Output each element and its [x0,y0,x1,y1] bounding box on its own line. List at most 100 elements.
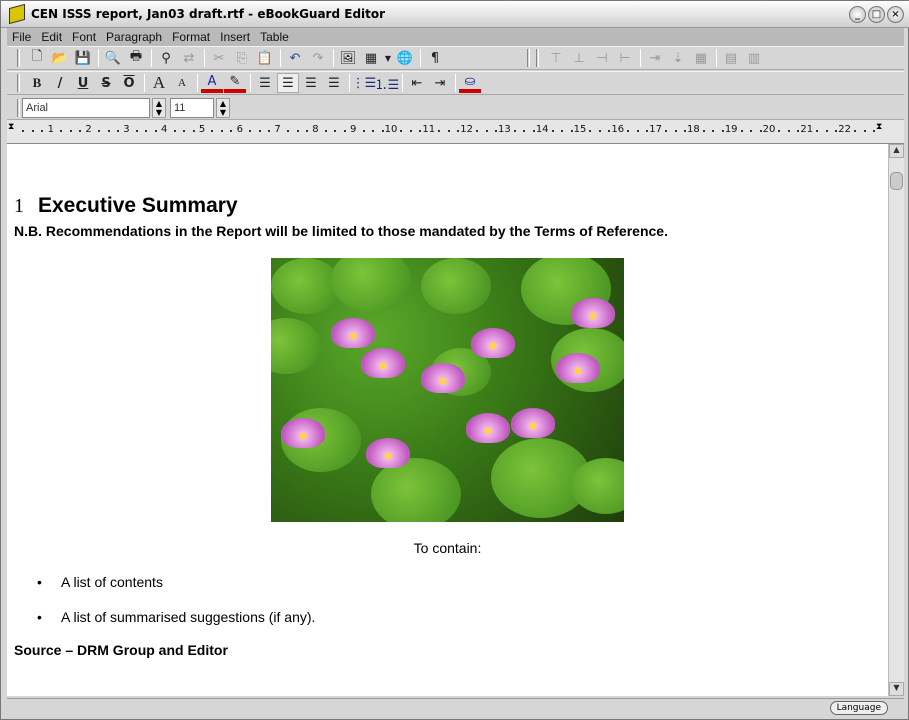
grow-font-icon[interactable]: A [148,73,170,93]
new-file-icon[interactable]: 🗋 [26,48,48,68]
menu-edit[interactable]: Edit [41,30,62,44]
font-name-select[interactable]: Arial [22,97,150,118]
ruler-mark: 19 [724,124,738,135]
status-bar: Language [7,698,904,717]
ruler-tick [740,130,743,132]
show-formatting-pilcrow-icon[interactable]: ¶ [424,48,446,68]
overline-icon[interactable]: O [118,73,140,93]
redo-icon[interactable]: ↷ [307,48,329,68]
insert-image-icon[interactable]: 🖼 [337,48,359,68]
menu-table[interactable]: Table [260,30,289,44]
menu-insert[interactable]: Insert [220,30,250,44]
insert-table-icon[interactable]: ▦ [360,48,382,68]
ruler-tick [69,130,72,132]
find-binoculars-icon[interactable]: ⚲ [155,48,177,68]
lily-flower [571,298,615,328]
print-preview-icon[interactable]: 🔍 [102,48,124,68]
highlight-color-icon[interactable]: ✎ [224,73,246,93]
font-size-select[interactable]: 11 [170,97,214,118]
ruler-tick [381,130,384,132]
ruler-tick [400,130,403,132]
merge-cells-icon[interactable]: ▤ [720,48,742,68]
delete-row-icon[interactable]: ⇥ [644,48,666,68]
open-folder-icon[interactable]: 📂 [49,48,71,68]
menu-format[interactable]: Format [172,30,210,44]
scroll-down-arrow-icon[interactable]: ▼ [889,682,904,696]
menu-file[interactable]: File [12,30,31,44]
lily-flower [471,328,515,358]
paste-icon[interactable]: 📋 [254,48,276,68]
font-size-spinner[interactable]: ▲ ▼ [216,97,230,118]
strikethrough-icon[interactable]: S [95,73,117,93]
heading-text: Executive Summary [38,194,238,217]
replace-icon[interactable]: ⇄ [178,48,200,68]
lily-pad [271,258,341,314]
underline-icon[interactable]: U [72,73,94,93]
background-fill-bucket-icon[interactable]: ⛀ [459,73,481,93]
ruler-tick [31,130,34,132]
ruler-mark: 20 [762,124,776,135]
print-icon[interactable]: 🖶 [125,48,147,68]
align-center-icon[interactable]: ☰ [277,73,299,93]
ruler-tick [296,130,299,132]
increase-indent-icon[interactable]: ⇥ [429,73,451,93]
bold-icon[interactable]: B [26,73,48,93]
ruler-tick [712,130,715,132]
ruler-tick [816,130,819,132]
ruler-mark: 15 [573,124,587,135]
ruler-mark: 9 [350,124,357,135]
decrease-indent-icon[interactable]: ⇤ [406,73,428,93]
font-color-icon[interactable]: A [201,73,223,93]
insert-link-globe-icon[interactable]: 🌐 [394,48,416,68]
ruler-mark: 13 [498,124,511,135]
italic-icon[interactable]: / [49,73,71,93]
justify-icon[interactable]: ☰ [323,73,345,93]
copy-icon[interactable]: ⎘ [231,48,253,68]
split-cells-icon[interactable]: ▥ [743,48,765,68]
ruler-mark: 22 [838,124,851,135]
menu-paragraph[interactable]: Paragraph [106,30,162,44]
table-dropdown-icon[interactable]: ▼ [383,48,393,68]
close-button[interactable]: × [887,6,904,23]
align-right-icon[interactable]: ☰ [300,73,322,93]
ruler-tick [570,130,573,132]
ruler-tick [343,130,346,132]
menu-font[interactable]: Font [72,30,96,44]
delete-column-icon[interactable]: ⇣ [667,48,689,68]
ruler-tick [721,130,724,132]
vertical-scrollbar[interactable]: ▲ ▼ [888,144,904,696]
ruler-mark: 5 [198,124,206,135]
ruler-tick [98,130,101,132]
lily-pad [421,258,491,314]
insert-column-left-icon[interactable]: ⊣ [591,48,613,68]
ruler[interactable]: ⧗ ⧗ 1 2 3 4 5 6 7 8 9 10 11 12 13 14 15 16 17 18 19 20 21 22 [7,119,904,144]
ruler-mark: 10 [384,124,398,135]
language-button[interactable]: Language [829,701,888,715]
delete-table-icon[interactable]: ▦ [690,48,712,68]
scroll-up-arrow-icon[interactable]: ▲ [889,144,904,158]
font-toolbar: Arial ▲ ▼ 11 ▲ ▼ [7,96,904,119]
document-area[interactable]: 1 Executive Summary N.B. Recommendations … [7,144,888,696]
insert-column-right-icon[interactable]: ⊢ [614,48,636,68]
insert-row-below-icon[interactable]: ⊥ [568,48,590,68]
minimize-button[interactable]: _ [849,6,866,23]
align-left-icon[interactable]: ☰ [254,73,276,93]
cut-icon[interactable]: ✂ [208,48,230,68]
ruler-mark: 17 [649,124,662,135]
undo-icon[interactable]: ↶ [284,48,306,68]
left-indent-marker[interactable]: ⧗ [8,122,14,132]
numbered-list-icon[interactable]: ⒈☰ [375,73,400,93]
save-icon[interactable]: 💾 [72,48,94,68]
maximize-button[interactable]: □ [868,6,885,23]
bulleted-list-icon[interactable]: ⋮☰ [352,73,377,93]
shrink-font-icon[interactable]: A [171,73,193,93]
ruler-tick [702,130,705,132]
right-indent-marker[interactable]: ⧗ [876,122,882,132]
scrollbar-thumb[interactable] [890,172,903,190]
ruler-tick [759,130,762,132]
insert-row-above-icon[interactable]: ⊤ [545,48,567,68]
ruler-tick [249,130,252,132]
ruler-tick [305,130,308,132]
ruler-tick [447,130,450,132]
font-name-spinner[interactable]: ▲ ▼ [152,97,166,118]
